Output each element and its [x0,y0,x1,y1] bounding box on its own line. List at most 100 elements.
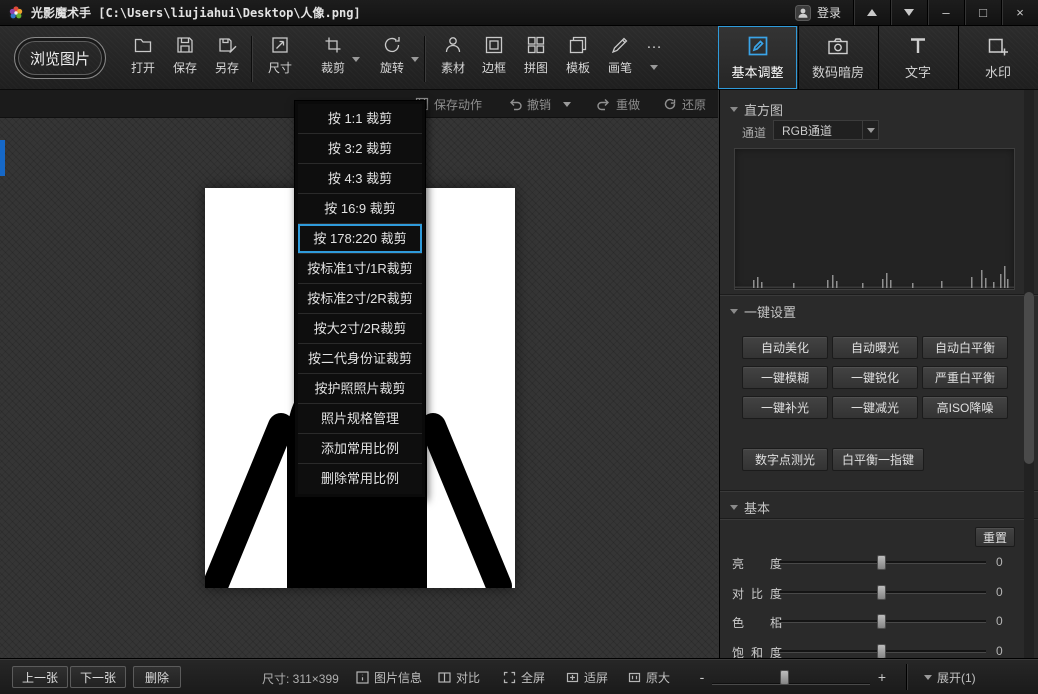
crop-menu-item-selected[interactable]: 按 178:220 裁剪 [298,224,422,254]
titlebar: 光影魔术手 [C:\Users\liujiahui\Desktop\人像.png… [0,0,1038,26]
tab-watermark[interactable]: 水印 [958,26,1037,89]
brightness-slider-thumb[interactable] [877,555,886,570]
image-size-text: 尺寸: 311×399 [262,670,339,687]
histogram-plot [735,149,1014,289]
histogram-section-header[interactable]: 直方图 [730,100,783,119]
fullscreen-button[interactable]: 全屏 [503,659,545,694]
spot-metering-button[interactable]: 数字点测光 [742,448,828,471]
saturation-slider[interactable] [779,650,986,653]
severe-white-balance-button[interactable]: 严重白平衡 [922,366,1008,389]
basic-adjust-icon [747,35,769,57]
channel-dropdown[interactable]: RGB通道 [773,120,879,140]
brush-label: 画笔 [608,59,632,76]
auto-beautify-button[interactable]: 自动美化 [742,336,828,359]
onekey-title: 一键设置 [744,302,796,321]
save-button[interactable]: 保存 [163,33,207,85]
onekey-section-header[interactable]: 一键设置 [730,302,796,321]
crop-menu-item[interactable]: 按 1:1 裁剪 [298,104,422,134]
close-button[interactable]: × [1002,0,1038,25]
crop-menu-item[interactable]: 添加常用比例 [298,434,422,464]
more-tools-button[interactable]: … [637,33,671,85]
hue-slider[interactable] [779,620,986,623]
contrast-slider-thumb[interactable] [877,585,886,600]
material-button[interactable]: 素材 [431,33,475,85]
crop-menu-item[interactable]: 按二代身份证裁剪 [298,344,422,374]
previous-image-button[interactable]: 上一张 [12,666,68,688]
zoom-out-button[interactable]: - [694,667,710,687]
collage-button[interactable]: 拼图 [514,33,558,85]
onekey-fill-light-button[interactable]: 一键补光 [742,396,828,419]
onekey-blur-button[interactable]: 一键模糊 [742,366,828,389]
crop-menu-item[interactable]: 删除常用比例 [298,464,422,494]
arrow-down-button[interactable] [891,0,927,25]
brightness-slider[interactable] [779,561,986,564]
crop-dropdown-caret[interactable] [352,57,360,62]
white-balance-picker-button[interactable]: 白平衡一指键 [832,448,924,471]
redo-button[interactable]: 重做 [597,90,640,118]
fullscreen-icon [503,671,516,684]
separator [424,36,425,82]
crop-button[interactable]: 裁剪 [304,33,362,85]
rotate-dropdown-caret[interactable] [411,57,419,62]
zoom-slider[interactable] [712,683,870,685]
fit-screen-label: 适屏 [584,669,608,686]
crop-menu-item[interactable]: 按标准1寸/1R裁剪 [298,254,422,284]
digital-darkroom-icon [827,35,849,57]
minimize-button[interactable]: – [928,0,964,25]
border-button[interactable]: 边框 [472,33,516,85]
arrow-up-icon [867,9,877,16]
next-image-button[interactable]: 下一张 [70,666,126,688]
crop-menu-item[interactable]: 按 4:3 裁剪 [298,164,422,194]
hue-slider-thumb[interactable] [877,614,886,629]
resize-button[interactable]: 尺寸 [258,33,302,85]
onekey-sharpen-button[interactable]: 一键锐化 [832,366,918,389]
compare-button[interactable]: 对比 [438,659,480,694]
undo-dropdown-caret[interactable] [563,102,571,107]
high-iso-denoise-button[interactable]: 高ISO降噪 [922,396,1008,419]
brush-button[interactable]: 画笔 [598,33,642,85]
panel-scrollbar-thumb[interactable] [1024,292,1034,464]
save-as-button[interactable]: 另存 [205,33,249,85]
crop-menu-item[interactable]: 按 16:9 裁剪 [298,194,422,224]
restore-label: 还原 [682,96,706,113]
image-info-button[interactable]: 图片信息 [356,659,422,694]
left-edge-accent [0,140,5,176]
restore-button[interactable]: 还原 [663,90,706,118]
expand-panel-button[interactable]: 展开(1) [924,659,976,694]
open-button[interactable]: 打开 [121,33,165,85]
tab-digital-darkroom[interactable]: 数码暗房 [798,26,877,89]
login-button[interactable]: 登录 [783,0,853,25]
crop-menu-item[interactable]: 照片规格管理 [298,404,422,434]
material-label: 素材 [441,59,465,76]
contrast-slider[interactable] [779,591,986,594]
auto-exposure-button[interactable]: 自动曝光 [832,336,918,359]
original-size-button[interactable]: 原大 [628,659,670,694]
onekey-reduce-light-button[interactable]: 一键减光 [832,396,918,419]
crop-menu-item[interactable]: 按护照照片裁剪 [298,374,422,404]
save-as-icon [217,35,237,55]
crop-menu: 按 1:1 裁剪 按 3:2 裁剪 按 4:3 裁剪 按 16:9 裁剪 按 1… [294,100,426,498]
crop-menu-item[interactable]: 按 3:2 裁剪 [298,134,422,164]
rotate-button[interactable]: 旋转 [363,33,421,85]
template-button[interactable]: 模板 [556,33,600,85]
crop-label: 裁剪 [321,59,345,76]
undo-button[interactable]: 撤销 [508,90,571,118]
tab-basic-adjust-label: 基本调整 [731,62,783,81]
maximize-button[interactable]: □ [965,0,1001,25]
zoom-slider-thumb[interactable] [780,670,789,685]
auto-white-balance-button[interactable]: 自动白平衡 [922,336,1008,359]
arrow-up-button[interactable] [854,0,890,25]
tab-text[interactable]: 文字 [878,26,957,89]
reset-button[interactable]: 重置 [975,527,1015,547]
browse-images-button[interactable]: 浏览图片 [14,37,106,79]
basic-section-header[interactable]: 基本 [730,498,770,517]
crop-menu-item[interactable]: 按大2寸/2R裁剪 [298,314,422,344]
zoom-in-button[interactable]: + [874,667,890,687]
fit-screen-button[interactable]: 适屏 [566,659,608,694]
saturation-slider-thumb[interactable] [877,644,886,659]
delete-image-button[interactable]: 删除 [133,666,181,688]
tab-basic-adjust[interactable]: 基本调整 [718,26,797,89]
channel-label: 通道 [742,124,766,141]
channel-dropdown-caret[interactable] [862,121,878,139]
crop-menu-item[interactable]: 按标准2寸/2R裁剪 [298,284,422,314]
